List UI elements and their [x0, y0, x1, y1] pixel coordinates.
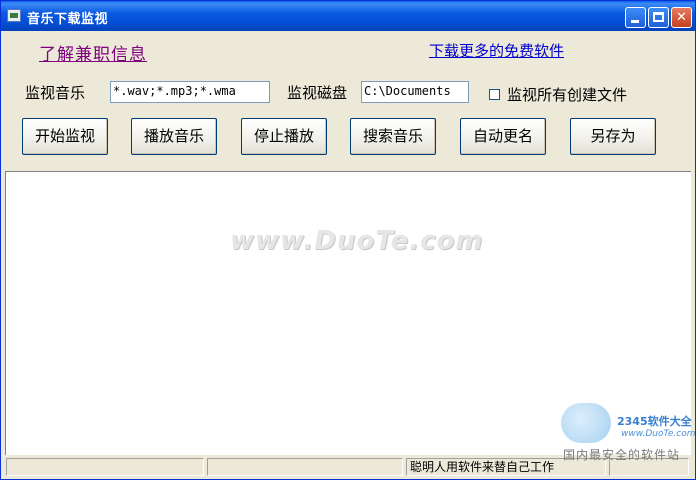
- monitor-music-label: 监视音乐: [25, 84, 86, 102]
- mascot-logo-icon: [561, 403, 611, 443]
- monitor-all-files-label[interactable]: 监视所有创建文件: [507, 84, 627, 105]
- window-title: 音乐下载监视: [27, 12, 109, 27]
- control-panel: 了解兼职信息 下载更多的免费软件 监视音乐 *.wav;*.mp3;*.wma …: [5, 32, 691, 168]
- title-bar[interactable]: 音乐下载监视 ✕: [1, 1, 695, 31]
- status-cell-1: [6, 458, 204, 476]
- close-button[interactable]: ✕: [671, 7, 692, 28]
- site-name-text: 国内最安全的软件站: [563, 448, 681, 462]
- save-as-button[interactable]: 另存为: [570, 118, 656, 155]
- minimize-button[interactable]: [625, 7, 646, 28]
- part-time-info-link[interactable]: 了解兼职信息: [39, 40, 147, 65]
- status-cell-2: [207, 458, 403, 476]
- more-software-link[interactable]: 下载更多的免费软件: [429, 40, 564, 61]
- monitor-all-files-checkbox[interactable]: [489, 89, 500, 100]
- music-pattern-input[interactable]: *.wav;*.mp3;*.wma: [110, 81, 270, 103]
- watermark-text: www.DuoTe.com: [230, 226, 484, 256]
- logo-url: www.DuoTe.com: [621, 429, 696, 439]
- logo-text: 2345软件大全: [617, 415, 692, 428]
- maximize-button[interactable]: [648, 7, 669, 28]
- close-icon: ✕: [676, 10, 687, 25]
- disk-path-input[interactable]: C:\Documents: [361, 81, 469, 103]
- stop-play-button[interactable]: 停止播放: [241, 118, 327, 155]
- minimize-icon: [631, 20, 639, 23]
- play-music-button[interactable]: 播放音乐: [131, 118, 217, 155]
- app-window: 音乐下载监视 ✕ 了解兼职信息 下载更多的免费软件 监视音乐 *.wav;*.m…: [0, 0, 696, 480]
- app-icon[interactable]: [7, 9, 21, 22]
- monitor-disk-label: 监视磁盘: [287, 84, 348, 102]
- search-music-button[interactable]: 搜索音乐: [350, 118, 436, 155]
- maximize-icon: [653, 12, 664, 22]
- auto-rename-button[interactable]: 自动更名: [460, 118, 546, 155]
- start-monitor-button[interactable]: 开始监视: [22, 118, 108, 155]
